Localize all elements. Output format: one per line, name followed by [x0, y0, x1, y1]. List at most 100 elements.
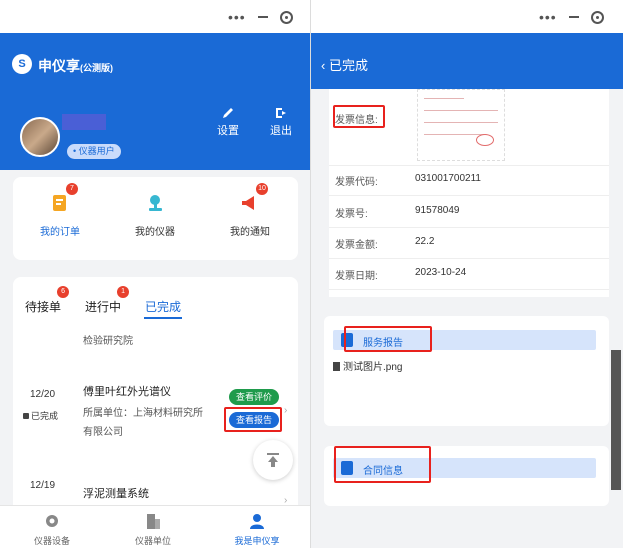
tab-pending[interactable]: 待接单 6: [25, 286, 70, 315]
building-icon: [147, 514, 160, 529]
menu-label: 我的通知: [230, 227, 270, 238]
tab-badge: 1: [117, 286, 130, 298]
nav-label: 仪器设备: [33, 536, 70, 546]
username-redacted: [62, 114, 106, 130]
tab-badge: 6: [57, 286, 70, 298]
tab-label: 进行中: [85, 300, 122, 314]
list-item-partial: 检验研究院: [83, 336, 133, 347]
microscope-icon: [143, 191, 167, 215]
tab-completed[interactable]: 已完成: [145, 298, 181, 315]
item-date: 12/19: [30, 480, 56, 491]
avatar[interactable]: [20, 117, 60, 157]
attachment-file[interactable]: 测试图片.png: [333, 358, 402, 373]
nav-me[interactable]: 我是申仪享: [222, 511, 292, 547]
nav-units[interactable]: 仪器单位: [118, 511, 188, 547]
item-status: 已完成: [23, 409, 58, 422]
chevron-right-icon: ›: [284, 405, 288, 416]
more-icon[interactable]: •••: [539, 9, 557, 25]
megaphone-icon: 10: [238, 183, 268, 215]
notifications-badge: 10: [256, 183, 268, 195]
screen: ••• S 申仪享(公测版) 设置 退出 • 仪器用户 7 我的订单 我的仪器 …: [0, 0, 623, 548]
logout-label: 退出: [270, 125, 292, 137]
order-icon: 7: [48, 183, 78, 215]
menu-label: 我的订单: [40, 227, 80, 238]
active-tab-indicator: [144, 317, 182, 319]
orders-badge: 7: [66, 183, 78, 195]
divider: [329, 195, 609, 196]
highlight-box: [224, 407, 282, 432]
item-title: 浮泥测量系统: [83, 488, 149, 500]
invoice-image[interactable]: [417, 89, 505, 161]
invoice-amount-label: 发票金额:: [335, 240, 378, 251]
item-org: 所属单位：上海材料研究所: [83, 408, 203, 419]
divider: [329, 258, 609, 259]
logout-icon: [276, 108, 286, 118]
invoice-date-label: 发票日期:: [335, 271, 378, 282]
app-title: 申仪享(公测版): [38, 56, 113, 76]
close-capsule-icon[interactable]: [590, 10, 604, 24]
highlight-box: [344, 326, 432, 352]
file-name: 测试图片.png: [343, 362, 403, 373]
top-bar-right: •••: [311, 0, 623, 33]
user-icon: [250, 514, 264, 529]
tab-in-progress[interactable]: 进行中 1: [85, 286, 130, 315]
back-to-top-button[interactable]: [253, 440, 293, 480]
divider: [329, 227, 609, 228]
settings-label: 设置: [217, 125, 239, 137]
close-capsule-icon[interactable]: [279, 10, 293, 24]
app-logo-icon: S: [12, 54, 32, 74]
divider: [329, 289, 609, 290]
order-list-card: 待接单 6 进行中 1 已完成 检验研究院 12/20 已完成 傅里叶红外光谱仪…: [13, 277, 298, 512]
logout-button[interactable]: 退出: [266, 106, 296, 138]
menu-label: 我的仪器: [135, 227, 175, 238]
menu-my-orders[interactable]: 7 我的订单: [25, 183, 95, 238]
invoice-card: 发票信息: 发票代码: 031001700211 发票号: 91578049 发…: [329, 89, 609, 297]
detail-panel: ••• ‹ 已完成 发票信息: 发票代码: 031001700211 发票号: …: [311, 0, 623, 548]
view-review-button[interactable]: 查看评价: [229, 389, 280, 405]
more-icon[interactable]: •••: [228, 9, 246, 25]
item-date: 12/20: [30, 389, 56, 400]
file-icon: [333, 362, 340, 371]
settings-button[interactable]: 设置: [213, 106, 243, 138]
mini-program-capsule: •••: [539, 7, 604, 27]
panel-divider: [310, 0, 311, 548]
status-icon: [23, 413, 29, 419]
invoice-code-value: 031001700211: [415, 173, 481, 184]
app-subtitle: (公测版): [80, 63, 113, 73]
arrow-up-icon: [267, 453, 279, 467]
home-panel: ••• S 申仪享(公测版) 设置 退出 • 仪器用户 7 我的订单 我的仪器 …: [0, 0, 310, 548]
nav-instruments[interactable]: 仪器设备: [17, 511, 87, 547]
app-title-text: 申仪享: [38, 58, 80, 74]
detail-header: ‹ 已完成: [311, 33, 623, 89]
invoice-amount-value: 22.2: [415, 236, 435, 247]
minimize-icon[interactable]: [568, 16, 579, 18]
top-bar-left: •••: [0, 0, 310, 33]
page-title: 已完成: [328, 58, 368, 73]
menu-my-notifications[interactable]: 10 我的通知: [215, 183, 285, 238]
contract-card: 合同信息: [324, 446, 609, 506]
status-text: 已完成: [31, 411, 59, 421]
invoice-number-value: 91578049: [415, 205, 460, 216]
invoice-number-label: 发票号:: [335, 209, 368, 220]
shortcut-menu: 7 我的订单 我的仪器 10 我的通知: [13, 177, 298, 260]
minimize-icon[interactable]: [257, 16, 268, 18]
back-button[interactable]: ‹ 已完成: [321, 55, 368, 74]
invoice-date-value: 2023-10-24: [415, 267, 467, 278]
tab-label: 待接单: [25, 300, 62, 314]
pencil-icon: [223, 108, 233, 118]
item-org-cont: 有限公司: [83, 427, 123, 438]
chevron-left-icon: ‹: [321, 58, 329, 73]
scrollbar[interactable]: [611, 350, 621, 490]
mini-program-capsule: •••: [228, 7, 293, 27]
item-title: 傅里叶红外光谱仪: [83, 386, 171, 398]
highlight-box: [333, 105, 385, 128]
highlight-box: [334, 446, 431, 483]
bottom-nav: 仪器设备 仪器单位 我是申仪享: [0, 505, 310, 548]
invoice-stamp: [476, 134, 494, 146]
nav-label: 我是申仪享: [234, 536, 280, 546]
role-badge: • 仪器用户: [67, 144, 121, 159]
invoice-code-label: 发票代码:: [335, 177, 378, 188]
tab-label: 已完成: [145, 300, 182, 314]
nav-label: 仪器单位: [134, 536, 171, 546]
menu-my-instruments[interactable]: 我的仪器: [120, 191, 190, 238]
